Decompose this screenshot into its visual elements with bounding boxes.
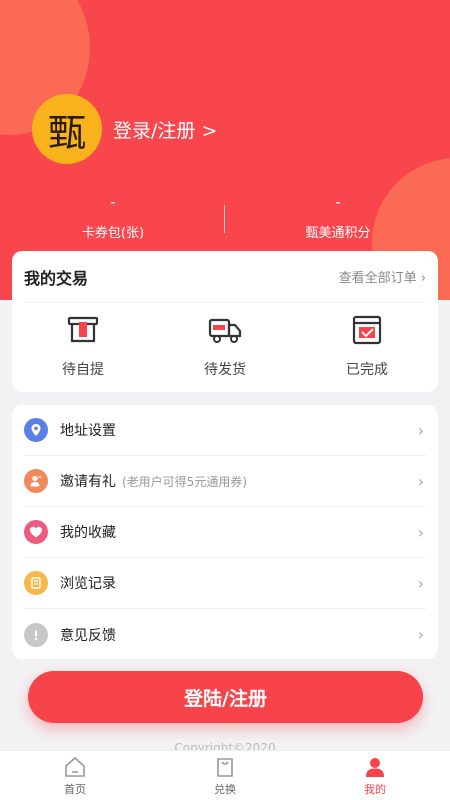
orders-card: 我的交易 查看全部订单 › 待自提 待发货 已完成: [12, 251, 438, 392]
menu-item-label: 意见反馈: [60, 627, 116, 644]
user-icon: [366, 757, 384, 777]
menu-item-label: 我的收藏: [60, 525, 116, 541]
feedback-exclamation-icon: [24, 622, 48, 647]
points-stat[interactable]: - 甄美通积分: [258, 192, 418, 241]
menu-item-history[interactable]: 浏览记录 ›: [24, 558, 426, 609]
menu-item-favorites[interactable]: 我的收藏 ›: [24, 507, 426, 558]
pickup-box-icon: [67, 316, 99, 343]
stat-divider: [224, 205, 225, 233]
chevron-right-icon: ›: [417, 471, 424, 491]
completed-calendar-icon: [352, 315, 382, 345]
invite-user-icon: [24, 469, 48, 493]
menu-item-note: (老用户可得5元通用券): [122, 474, 247, 489]
menu-item-label: 浏览记录: [60, 576, 116, 592]
points-count: -: [335, 193, 341, 211]
settings-menu: 地址设置 › 邀请有礼 (老用户可得5元通用券) › 我的收藏 › 浏览记录 ›…: [12, 405, 438, 659]
orders-header: 我的交易 查看全部订单 ›: [24, 251, 426, 303]
chevron-right-icon: ›: [417, 522, 424, 542]
tab-exchange[interactable]: 兑换: [150, 751, 300, 800]
tab-label: 首页: [64, 782, 86, 796]
tab-mine[interactable]: 我的: [300, 751, 450, 800]
delivery-truck-icon: [208, 318, 242, 343]
shopping-bag-icon: [217, 757, 233, 777]
menu-item-label: 地址设置: [60, 423, 116, 439]
view-all-orders-link[interactable]: 查看全部订单 ›: [339, 267, 426, 286]
menu-item-address[interactable]: 地址设置 ›: [24, 405, 426, 456]
order-status-completed[interactable]: 已完成: [296, 313, 438, 379]
home-icon: [65, 756, 85, 777]
order-status-shipping[interactable]: 待发货: [154, 313, 296, 379]
chevron-right-icon: ›: [417, 625, 424, 644]
history-doc-icon: [24, 571, 48, 595]
coupon-stat[interactable]: - 卡券包(张): [33, 192, 193, 241]
tab-label: 我的: [364, 782, 386, 796]
avatar[interactable]: 甄: [32, 94, 102, 164]
order-status-pickup[interactable]: 待自提: [12, 313, 154, 379]
tab-home[interactable]: 首页: [0, 751, 150, 800]
menu-item-invite[interactable]: 邀请有礼 (老用户可得5元通用券) ›: [24, 456, 426, 507]
chevron-right-icon: ›: [417, 420, 424, 440]
coupon-label: 卡券包(张): [81, 226, 145, 241]
menu-item-feedback[interactable]: 意见反馈 ›: [24, 609, 426, 660]
points-label: 甄美通积分: [305, 226, 371, 241]
location-pin-icon: [24, 418, 48, 442]
bottom-tab-bar: 首页 兑换 我的: [0, 750, 450, 800]
chevron-right-icon: ›: [417, 573, 424, 593]
order-status-label: 待自提: [62, 362, 104, 378]
order-status-label: 已完成: [346, 362, 388, 378]
orders-title: 我的交易: [24, 268, 89, 288]
coupon-count: -: [110, 193, 116, 211]
menu-item-label: 邀请有礼: [60, 474, 116, 490]
login-register-link[interactable]: 登录/注册 >: [113, 116, 217, 143]
tab-label: 兑换: [214, 782, 236, 796]
order-status-label: 待发货: [204, 362, 246, 378]
login-register-button[interactable]: 登陆/注册: [28, 671, 423, 723]
heart-icon: [24, 520, 48, 544]
